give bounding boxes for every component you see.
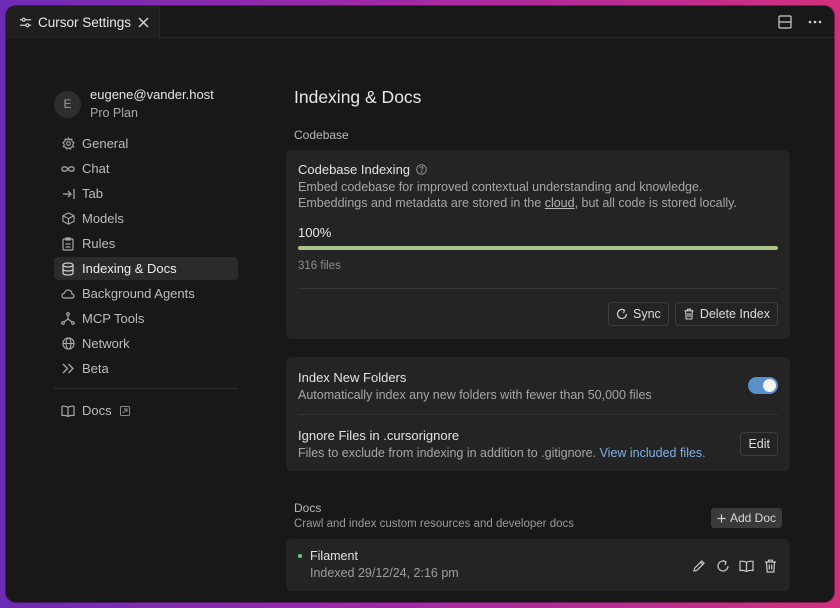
tab-bar: Cursor Settings — [6, 6, 834, 39]
external-link-icon — [119, 405, 130, 416]
add-doc-button[interactable]: Add Doc — [710, 508, 782, 528]
view-included-files-link[interactable]: View included files. — [600, 446, 706, 460]
refresh-icon[interactable] — [715, 558, 730, 573]
cube-icon — [61, 212, 75, 226]
settings-main: Indexing & Docs Codebase Codebase Indexi… — [286, 86, 790, 591]
codebase-indexing-card: Codebase Indexing Embed codebase for imp… — [286, 150, 790, 339]
trash-icon — [684, 308, 694, 320]
sidebar-item-network[interactable]: Network — [54, 332, 238, 355]
sidebar-item-label: General — [82, 136, 129, 151]
split-editor-icon[interactable] — [776, 13, 794, 31]
sidebar-item-label: Chat — [82, 161, 110, 176]
page-title: Indexing & Docs — [294, 87, 422, 107]
toggle-knob — [763, 379, 776, 392]
sidebar-item-rules[interactable]: Rules — [54, 232, 238, 255]
clipboard-icon — [61, 236, 75, 251]
sidebar-item-background-agents[interactable]: Background Agents — [54, 282, 238, 305]
sidebar-divider — [54, 388, 238, 389]
sidebar-item-docs-link[interactable]: Docs — [54, 399, 238, 422]
avatar: E — [54, 90, 81, 118]
close-icon[interactable] — [135, 14, 151, 30]
indexing-desc-line1: Embed codebase for improved contextual u… — [298, 180, 703, 194]
folder-settings-card: Index New Folders Automatically index an… — [286, 357, 790, 471]
indexing-title: Codebase Indexing — [298, 162, 411, 177]
status-dot — [298, 554, 302, 558]
sidebar-item-general[interactable]: General — [54, 132, 238, 155]
doc-name: Filament — [310, 549, 358, 563]
cloud-icon — [61, 287, 75, 301]
index-new-folders-row: Index New Folders Automatically index an… — [298, 357, 778, 414]
tab-cursor-settings[interactable]: Cursor Settings — [6, 6, 160, 39]
sidebar-item-indexing-docs[interactable]: Indexing & Docs — [54, 257, 238, 280]
sidebar-item-label: Network — [82, 336, 130, 351]
edit-button[interactable]: Edit — [740, 432, 778, 456]
settings-window: Cursor Settings E eugene@vander.host Pro… — [6, 6, 834, 602]
progress-fill — [298, 246, 778, 250]
sidebar-item-label: MCP Tools — [82, 311, 145, 326]
delete-index-button[interactable]: Delete Index — [674, 302, 778, 326]
sidebar-item-label: Tab — [82, 186, 103, 201]
progress-percentage: 100% — [298, 225, 332, 240]
index-new-folders-title: Index New Folders — [298, 370, 407, 385]
pencil-icon[interactable] — [691, 558, 706, 573]
sidebar-item-chat[interactable]: Chat — [54, 157, 238, 180]
sidebar-item-label: Models — [82, 211, 124, 226]
more-actions-icon[interactable] — [806, 13, 824, 31]
sidebar-item-beta[interactable]: Beta — [54, 357, 238, 380]
codebase-section-label: Codebase — [294, 128, 349, 142]
refresh-icon — [616, 308, 628, 320]
trash-icon[interactable] — [763, 558, 778, 573]
sidebar-item-label: Beta — [82, 361, 109, 376]
book-icon[interactable] — [739, 558, 754, 573]
index-new-folders-toggle[interactable] — [748, 377, 778, 394]
sidebar-item-label: Background Agents — [82, 286, 195, 301]
ignore-files-desc: Files to exclude from indexing in additi… — [298, 446, 706, 460]
sidebar-item-label: Docs — [82, 403, 112, 418]
nodes-icon — [61, 312, 75, 326]
sliders-icon — [19, 17, 32, 27]
tab-arrow-icon — [61, 187, 75, 201]
database-icon — [61, 261, 75, 276]
account-email: eugene@vander.host — [90, 87, 214, 102]
book-icon — [61, 404, 75, 418]
account-info: E eugene@vander.host Pro Plan — [54, 86, 238, 122]
sidebar-item-label: Indexing & Docs — [82, 261, 177, 276]
indexing-progress-bar — [298, 246, 778, 250]
cloud-link[interactable]: cloud — [545, 196, 575, 210]
globe-icon — [61, 337, 75, 351]
sidebar-item-models[interactable]: Models — [54, 207, 238, 230]
help-icon[interactable] — [416, 164, 427, 175]
tab-title: Cursor Settings — [38, 14, 132, 30]
doc-item: Filament Indexed 29/12/24, 2:16 pm — [286, 539, 790, 591]
account-plan: Pro Plan — [90, 106, 138, 120]
sync-button[interactable]: Sync — [608, 302, 669, 326]
ignore-files-row: Ignore Files in .cursorignore Files to e… — [298, 414, 778, 471]
sidebar-item-label: Rules — [82, 236, 116, 251]
ignore-files-title: Ignore Files in .cursorignore — [298, 428, 460, 443]
index-new-folders-desc: Automatically index any new folders with… — [298, 388, 652, 402]
plus-icon — [717, 514, 726, 522]
sidebar-item-tab[interactable]: Tab — [54, 182, 238, 205]
gear-icon — [61, 137, 75, 151]
file-count: 316 files — [298, 260, 341, 272]
indexing-desc-line2: Embeddings and metadata are stored in th… — [298, 196, 737, 210]
docs-section-header: Docs Crawl and index custom resources an… — [286, 501, 790, 531]
card-divider — [298, 288, 778, 289]
infinity-icon — [61, 162, 75, 176]
chevrons-right-icon — [61, 362, 75, 376]
settings-sidebar: E eugene@vander.host Pro Plan General Ch… — [54, 86, 238, 424]
sidebar-item-mcp-tools[interactable]: MCP Tools — [54, 307, 238, 330]
